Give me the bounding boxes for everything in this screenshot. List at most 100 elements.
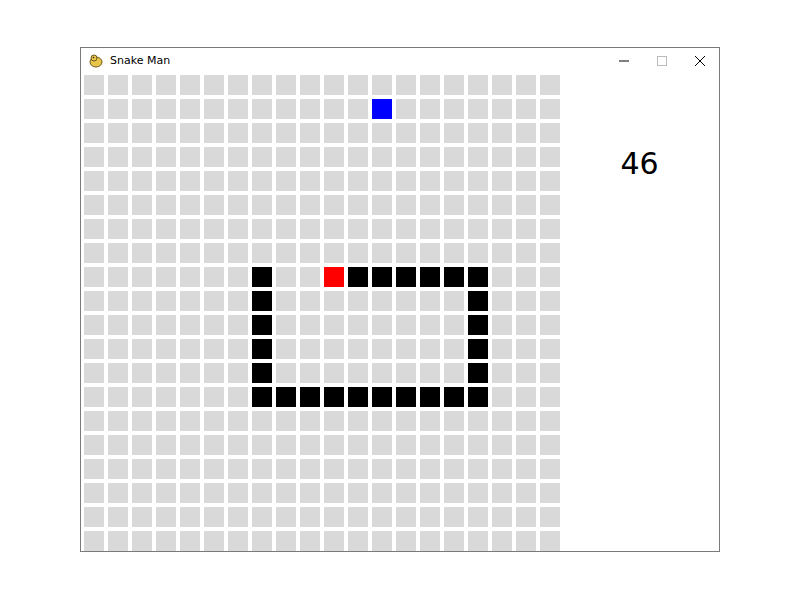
board-cell	[372, 387, 392, 407]
board-cell	[84, 387, 104, 407]
board-cell	[540, 267, 560, 287]
board-cell	[348, 219, 368, 239]
maximize-button[interactable]	[643, 48, 681, 73]
board-cell	[204, 339, 224, 359]
board-cell	[84, 483, 104, 503]
board-cell	[540, 507, 560, 527]
board-cell	[300, 411, 320, 431]
board-cell	[84, 531, 104, 551]
board-cell	[324, 123, 344, 143]
board-cell	[132, 75, 152, 95]
board-cell	[516, 123, 536, 143]
board-cell	[372, 75, 392, 95]
board-cell	[444, 147, 464, 167]
board-cell	[444, 507, 464, 527]
board-cell	[276, 195, 296, 215]
board-cell	[108, 339, 128, 359]
board-cell	[420, 507, 440, 527]
board-cell	[228, 363, 248, 383]
board-cell	[108, 435, 128, 455]
board-cell	[180, 507, 200, 527]
board-cell	[396, 339, 416, 359]
board-cell	[516, 195, 536, 215]
minimize-button[interactable]	[605, 48, 643, 73]
board-cell	[420, 483, 440, 503]
board-cell	[132, 411, 152, 431]
board-cell	[132, 171, 152, 191]
board-cell	[180, 195, 200, 215]
board-cell	[84, 267, 104, 287]
board-cell	[156, 99, 176, 119]
board-cell	[396, 435, 416, 455]
board-cell	[252, 531, 272, 551]
board-cell	[300, 339, 320, 359]
board-cell	[204, 219, 224, 239]
board-cell	[492, 387, 512, 407]
board-cell	[492, 219, 512, 239]
board-cell	[420, 411, 440, 431]
board-cell	[156, 315, 176, 335]
board-cell	[396, 363, 416, 383]
board-cell	[84, 123, 104, 143]
board-cell	[348, 195, 368, 215]
board-cell	[252, 195, 272, 215]
board-cell	[516, 171, 536, 191]
board-cell	[132, 363, 152, 383]
board-cell	[108, 291, 128, 311]
board-cell	[276, 267, 296, 287]
board-cell	[228, 435, 248, 455]
board-cell	[420, 123, 440, 143]
board-cell	[228, 171, 248, 191]
board-cell	[420, 75, 440, 95]
board-cell	[228, 507, 248, 527]
board-cell	[276, 291, 296, 311]
board-cell	[540, 387, 560, 407]
board-cell	[84, 99, 104, 119]
board-cell	[516, 507, 536, 527]
board-cell	[276, 483, 296, 503]
board-cell	[348, 507, 368, 527]
board-cell	[204, 411, 224, 431]
board-cell	[372, 195, 392, 215]
board-cell	[108, 315, 128, 335]
board-cell	[468, 195, 488, 215]
board-cell	[492, 195, 512, 215]
board-cell	[300, 459, 320, 479]
close-button[interactable]	[681, 48, 719, 73]
board-cell	[276, 147, 296, 167]
board-cell	[252, 459, 272, 479]
board-cell	[252, 219, 272, 239]
board-cell	[348, 483, 368, 503]
board-cell	[180, 171, 200, 191]
close-icon	[695, 56, 705, 66]
board-cell	[204, 531, 224, 551]
board-cell	[204, 291, 224, 311]
board-cell	[276, 459, 296, 479]
board-cell	[348, 99, 368, 119]
board-cell	[228, 315, 248, 335]
board-cell	[156, 435, 176, 455]
board-cell	[444, 99, 464, 119]
board-cell	[252, 243, 272, 263]
board-cell	[516, 243, 536, 263]
board-cell	[180, 435, 200, 455]
board-cell	[468, 459, 488, 479]
board-cell	[420, 243, 440, 263]
board-cell	[108, 147, 128, 167]
board-cell	[420, 267, 440, 287]
board-cell	[84, 315, 104, 335]
board-cell	[396, 171, 416, 191]
board-cell	[84, 147, 104, 167]
board-cell	[228, 387, 248, 407]
board-cell	[252, 267, 272, 287]
board-cell	[300, 291, 320, 311]
board-cell	[444, 339, 464, 359]
board-cell	[324, 531, 344, 551]
board-cell	[252, 363, 272, 383]
board-cell	[228, 483, 248, 503]
board-cell	[180, 339, 200, 359]
board-cell	[276, 363, 296, 383]
board-cell	[372, 219, 392, 239]
board-cell	[396, 123, 416, 143]
board-cell	[492, 147, 512, 167]
